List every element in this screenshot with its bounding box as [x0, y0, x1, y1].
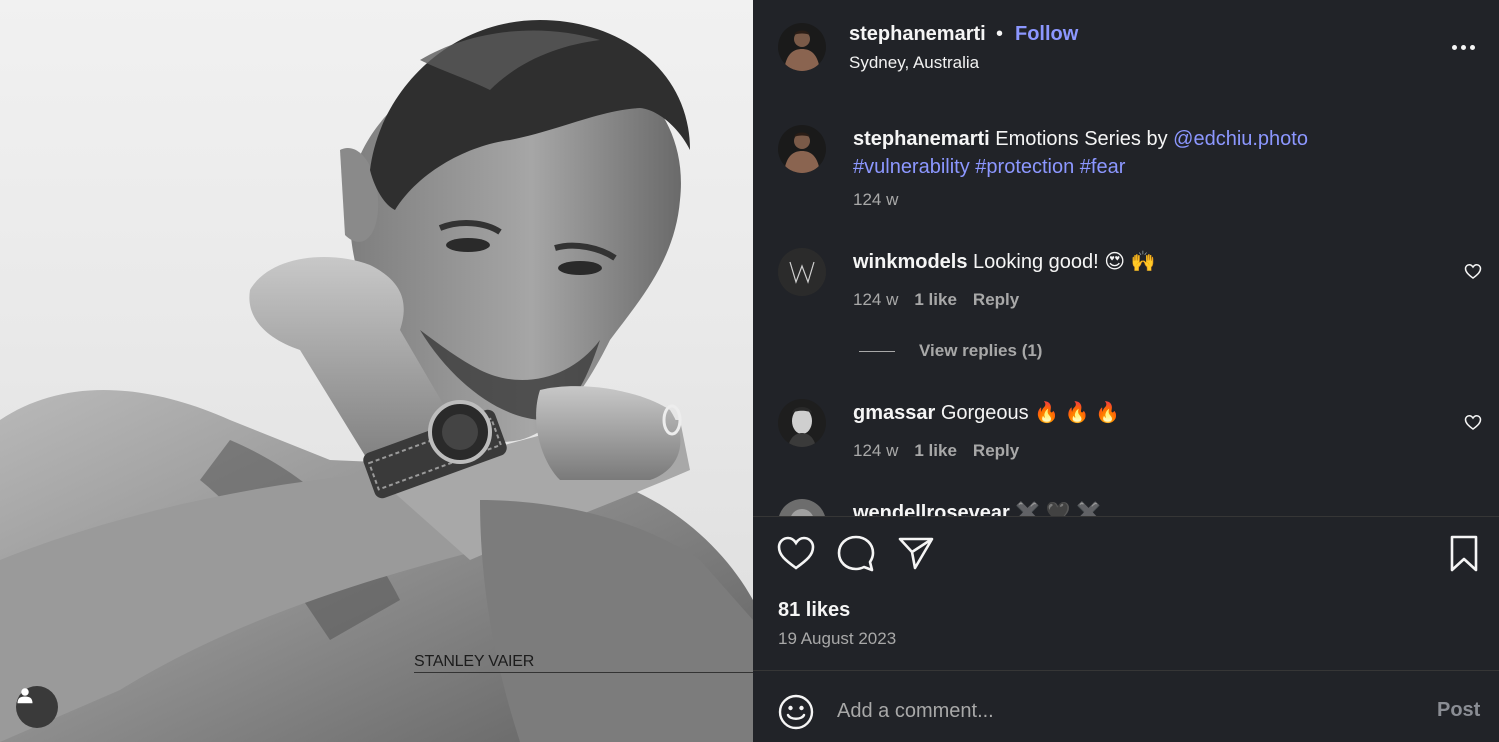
post-actions	[753, 530, 1499, 580]
post-date[interactable]: 19 August 2023	[778, 629, 896, 649]
comments-list[interactable]: stephanemarti Emotions Series by @edchiu…	[753, 98, 1499, 516]
caption-text: stephanemarti Emotions Series by @edchiu…	[853, 125, 1433, 181]
user-tag-icon	[17, 688, 33, 704]
caption-hashtags[interactable]: #vulnerability #protection #fear	[853, 156, 1125, 178]
post-location[interactable]: Sydney, Australia	[849, 53, 979, 73]
caption-username[interactable]: stephanemarti	[853, 128, 990, 150]
post-image[interactable]: STANLEY VAIER	[0, 0, 753, 742]
comment-heart-icon[interactable]	[1463, 261, 1483, 281]
caption-avatar[interactable]	[778, 125, 826, 173]
view-replies-button[interactable]: View replies (1)	[859, 341, 1042, 361]
comment-time[interactable]: 124 w	[853, 441, 898, 461]
actions-divider	[753, 516, 1499, 517]
avatar-image	[778, 23, 826, 71]
tagged-users-button[interactable]	[16, 686, 58, 728]
comment-meta: 124 w 1 like Reply	[853, 290, 1019, 310]
comment-input[interactable]	[837, 693, 1397, 729]
comment-composer: Post	[753, 671, 1499, 742]
comment-avatar[interactable]	[778, 399, 826, 447]
comment-emojis: 🔥 🔥 🔥	[1034, 402, 1121, 424]
caption-time[interactable]: 124 w	[853, 190, 898, 210]
bookmark-icon[interactable]	[1442, 530, 1486, 578]
watermark-underline	[414, 672, 753, 673]
comment-meta: 124 w 1 like Reply	[853, 441, 1019, 461]
more-options-button[interactable]	[1443, 32, 1483, 62]
comment-username[interactable]: gmassar	[853, 402, 935, 424]
replies-line	[859, 350, 895, 352]
comment-icon[interactable]	[834, 530, 878, 578]
view-replies-label: View replies (1)	[919, 341, 1043, 360]
reply-button[interactable]: Reply	[973, 441, 1019, 461]
post-comment-button[interactable]: Post	[1437, 699, 1480, 722]
caption-meta: 124 w	[853, 190, 898, 210]
comment-text: gmassar Gorgeous 🔥 🔥 🔥	[853, 399, 1433, 427]
separator-dot: •	[996, 23, 1004, 45]
comment-text: winkmodels Looking good! 😍 🙌	[853, 248, 1433, 276]
caption-mention[interactable]: @edchiu.photo	[1173, 128, 1308, 150]
author-username[interactable]: stephanemarti	[849, 23, 986, 46]
comment-body: Looking good!	[973, 251, 1099, 273]
comment-username[interactable]: winkmodels	[853, 251, 967, 273]
comment-body: Gorgeous	[940, 402, 1029, 424]
comment-emojis: 😍 🙌	[1104, 251, 1156, 273]
reply-button[interactable]: Reply	[973, 290, 1019, 310]
comment-time[interactable]: 124 w	[853, 290, 898, 310]
comment-avatar[interactable]	[778, 499, 826, 516]
caption-body: Emotions Series by	[995, 128, 1168, 150]
post-photo	[0, 20, 753, 742]
comment-username[interactable]: wendellrosevear	[853, 502, 1010, 516]
post-header: stephanemarti • Follow Sydney, Australia	[753, 0, 1499, 98]
smiley-icon[interactable]	[777, 693, 815, 731]
comment-text: wendellrosevear ✖️ 🖤 ✖️	[853, 499, 1433, 516]
likes-count[interactable]: 81 likes	[778, 599, 850, 622]
comment-likes[interactable]: 1 like	[914, 290, 957, 310]
photo-watermark: STANLEY VAIER	[414, 653, 535, 670]
comment-heart-icon[interactable]	[1463, 412, 1483, 432]
author-avatar[interactable]	[778, 23, 826, 71]
send-icon[interactable]	[894, 530, 938, 578]
more-horizontal-icon	[1451, 44, 1457, 50]
comment-avatar[interactable]	[778, 248, 826, 296]
comment-likes[interactable]: 1 like	[914, 441, 957, 461]
follow-button[interactable]: Follow	[1015, 23, 1078, 46]
comment-emojis: ✖️ 🖤 ✖️	[1015, 502, 1102, 516]
post-side-panel: stephanemarti • Follow Sydney, Australia…	[753, 0, 1499, 742]
heart-icon[interactable]	[774, 530, 818, 578]
